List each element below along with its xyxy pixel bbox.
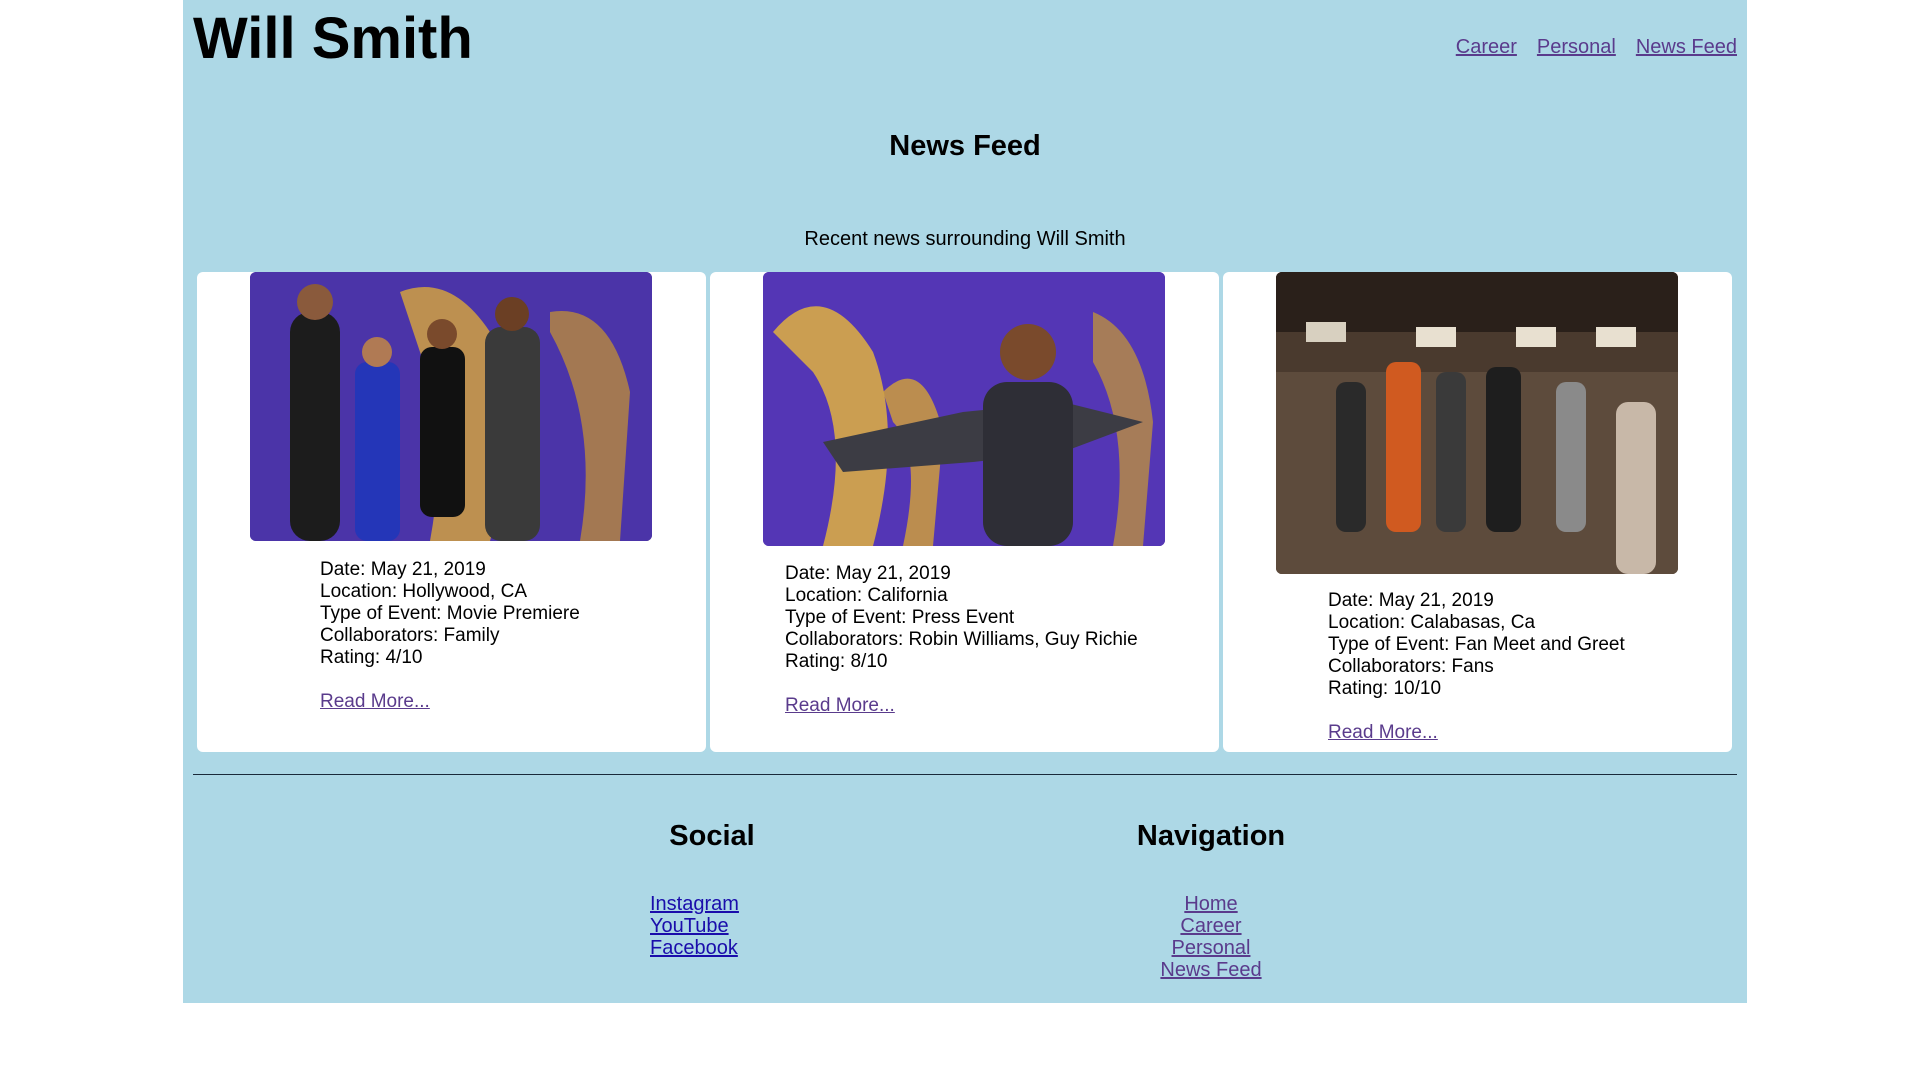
card-collaborators: Collaborators: Family <box>320 625 500 646</box>
card-location: Location: California <box>785 585 948 606</box>
card-details: Date: May 21, 2019 Location: Calabasas, … <box>1328 590 1625 744</box>
news-photo <box>1276 272 1678 574</box>
card-location: Location: Hollywood, CA <box>320 581 527 602</box>
read-more-link[interactable]: Read More... <box>785 695 895 717</box>
card-details: Date: May 21, 2019 Location: California … <box>785 563 1138 717</box>
card-details: Date: May 21, 2019 Location: Hollywood, … <box>320 559 580 713</box>
top-nav: Career Personal News Feed <box>1456 36 1737 59</box>
card-rating: Rating: 8/10 <box>785 651 888 672</box>
site-title: Will Smith <box>193 6 473 71</box>
facebook-link[interactable]: Facebook <box>650 937 738 959</box>
page-subtitle: Recent news surrounding Will Smith <box>804 228 1126 250</box>
youtube-link[interactable]: YouTube <box>650 915 729 937</box>
news-card: Date: May 21, 2019 Location: Hollywood, … <box>197 272 706 752</box>
footer-link-news-feed[interactable]: News Feed <box>1160 959 1261 981</box>
nav-link-career[interactable]: Career <box>1456 36 1517 59</box>
footer-social: Social Instagram YouTube Facebook <box>614 820 810 959</box>
footer-social-heading: Social <box>669 820 755 852</box>
card-rating: Rating: 4/10 <box>320 647 423 668</box>
news-photo <box>763 272 1165 546</box>
card-rating: Rating: 10/10 <box>1328 678 1442 699</box>
news-card: Date: May 21, 2019 Location: Calabasas, … <box>1223 272 1732 752</box>
card-event-type: Type of Event: Fan Meet and Greet <box>1328 634 1625 655</box>
footer-link-career[interactable]: Career <box>1180 915 1241 937</box>
nav-link-personal[interactable]: Personal <box>1537 36 1616 59</box>
card-date: Date: May 21, 2019 <box>320 559 486 580</box>
card-collaborators: Collaborators: Robin Williams, Guy Richi… <box>785 629 1138 650</box>
page-heading: News Feed <box>889 130 1041 162</box>
read-more-link[interactable]: Read More... <box>1328 722 1438 744</box>
card-date: Date: May 21, 2019 <box>785 563 951 584</box>
footer-navigation: Navigation Home Career Personal News Fee… <box>1131 820 1291 981</box>
instagram-link[interactable]: Instagram <box>650 893 739 915</box>
card-location: Location: Calabasas, Ca <box>1328 612 1536 633</box>
footer-nav-links: Home Career Personal News Feed <box>1131 893 1291 981</box>
card-date: Date: May 21, 2019 <box>1328 590 1494 611</box>
news-card: Date: May 21, 2019 Location: California … <box>710 272 1219 752</box>
footer-link-personal[interactable]: Personal <box>1172 937 1251 959</box>
nav-link-news-feed[interactable]: News Feed <box>1636 36 1737 59</box>
page-container: Will Smith Career Personal News Feed New… <box>183 0 1747 1003</box>
card-event-type: Type of Event: Press Event <box>785 607 1015 628</box>
news-photo <box>250 272 652 541</box>
news-cards: Date: May 21, 2019 Location: Hollywood, … <box>197 272 1733 752</box>
footer-nav-heading: Navigation <box>1136 820 1286 852</box>
footer-divider <box>193 774 1737 775</box>
social-links: Instagram YouTube Facebook <box>614 893 810 959</box>
card-event-type: Type of Event: Movie Premiere <box>320 603 580 624</box>
card-collaborators: Collaborators: Fans <box>1328 656 1494 677</box>
read-more-link[interactable]: Read More... <box>320 691 430 713</box>
footer-link-home[interactable]: Home <box>1184 893 1237 915</box>
